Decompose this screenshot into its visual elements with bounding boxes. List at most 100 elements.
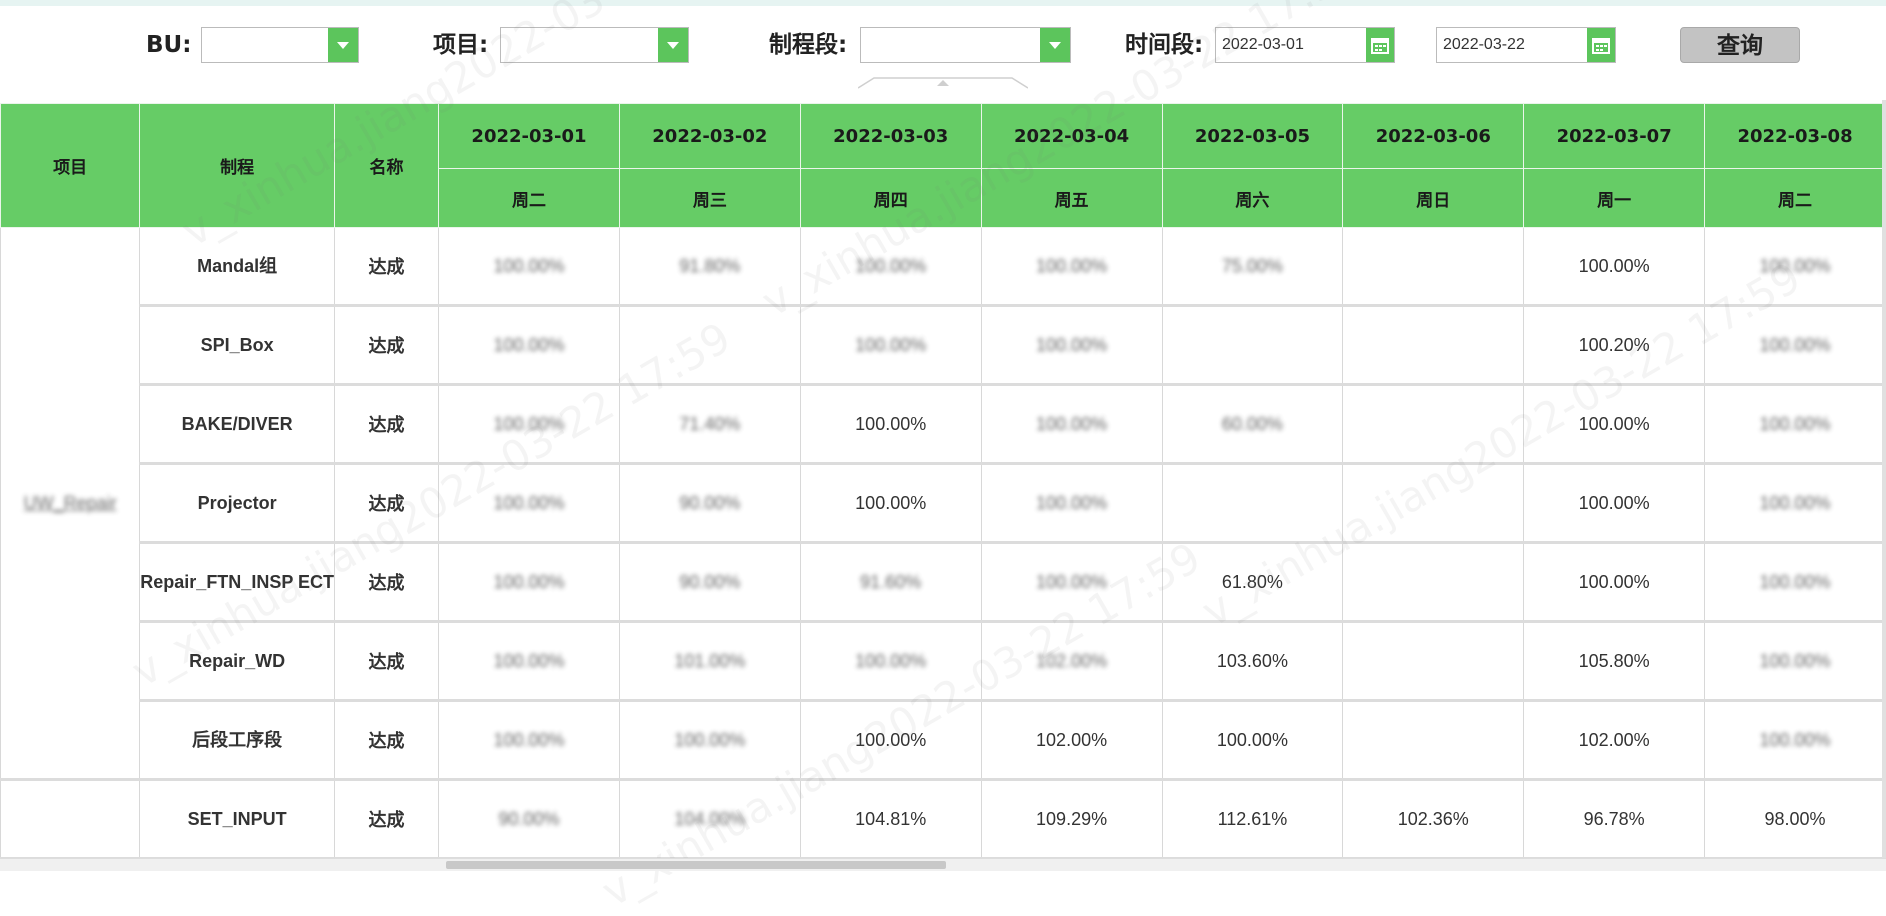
- chevron-down-icon[interactable]: [328, 28, 358, 62]
- header-weekday: 周一: [1523, 168, 1706, 228]
- bu-select[interactable]: [201, 27, 359, 63]
- header-weekday: 周日: [1342, 168, 1525, 228]
- header-date: 2022-03-07: [1523, 103, 1706, 169]
- value-cell: 100.00%: [799, 621, 982, 702]
- value-cell: 100.00%: [438, 305, 620, 386]
- name-cell: 达成: [334, 700, 440, 781]
- header-process: 制程: [139, 103, 336, 228]
- name-cell: 达成: [334, 384, 440, 465]
- name-cell: 达成: [334, 542, 440, 623]
- table-row: Repair_WD 达成 100.00% 101.00% 100.00% 102.00% 1…: [1, 621, 1886, 702]
- value-cell: 91.80%: [618, 227, 801, 307]
- process-label: 制程段:: [769, 32, 848, 58]
- name-cell: 达成: [334, 621, 440, 702]
- process-select[interactable]: [860, 27, 1071, 63]
- collapse-toggle[interactable]: [857, 76, 1029, 89]
- value-cell: 112.61%: [1161, 779, 1344, 860]
- value-cell: 100.00%: [1161, 700, 1344, 781]
- value-cell: 102.36%: [1342, 779, 1525, 860]
- value-cell: 102.00%: [980, 700, 1163, 781]
- value-cell: 100.00%: [980, 542, 1163, 623]
- value-cell: 71.40%: [618, 384, 801, 465]
- value-cell: 100.00%: [1704, 227, 1886, 307]
- process-cell: 后段工序段: [139, 700, 336, 781]
- value-cell: 100.00%: [1704, 621, 1886, 702]
- name-cell: 达成: [334, 305, 440, 386]
- value-cell: 109.29%: [980, 779, 1163, 860]
- calendar-icon[interactable]: [1587, 28, 1615, 62]
- header-date: 2022-03-04: [980, 103, 1163, 169]
- value-cell: 100.00%: [438, 227, 620, 307]
- project-link[interactable]: UW_Repair: [0, 227, 141, 781]
- process-cell: BAKE/DIVER: [139, 384, 336, 465]
- value-cell: 100.00%: [1704, 542, 1886, 623]
- value-cell: [1342, 700, 1525, 781]
- process-cell: Projector: [139, 463, 336, 544]
- query-button[interactable]: 查询: [1680, 27, 1800, 63]
- value-cell: 100.00%: [438, 621, 620, 702]
- header-date: 2022-03-01: [438, 103, 620, 169]
- value-cell: [1342, 542, 1525, 623]
- value-cell: 75.00%: [1161, 227, 1344, 307]
- table-row: SPI_Box 达成 100.00% 100.00% 100.00% 100.20% 100…: [1, 305, 1886, 386]
- process-cell: SET_INPUT: [139, 779, 336, 860]
- scrollbar-thumb[interactable]: [446, 861, 946, 869]
- horizontal-scrollbar[interactable]: [0, 858, 1886, 871]
- value-cell: 100.00%: [438, 463, 620, 544]
- value-cell: 91.60%: [799, 542, 982, 623]
- value-cell: [1342, 227, 1525, 307]
- header-weekday: 周六: [1161, 168, 1344, 228]
- value-cell: [1342, 463, 1525, 544]
- header-weekday: 周二: [1704, 168, 1886, 228]
- value-cell: 100.00%: [980, 463, 1163, 544]
- end-date-value: 2022-03-22: [1443, 36, 1525, 53]
- value-cell: 100.00%: [799, 700, 982, 781]
- value-cell: 90.00%: [618, 463, 801, 544]
- table-row: BAKE/DIVER 达成 100.00% 71.40% 100.00% 100.00% 6…: [1, 384, 1886, 465]
- project-select[interactable]: [500, 27, 689, 63]
- value-cell: 100.00%: [1523, 542, 1706, 623]
- value-cell: [1161, 305, 1344, 386]
- header-date: 2022-03-08: [1704, 103, 1886, 169]
- value-cell: 102.00%: [980, 621, 1163, 702]
- process-cell: Mandal组: [139, 227, 336, 307]
- bu-label: BU:: [146, 32, 192, 58]
- calendar-icon[interactable]: [1366, 28, 1394, 62]
- process-cell: SPI_Box: [139, 305, 336, 386]
- value-cell: 100.00%: [799, 305, 982, 386]
- name-cell: 达成: [334, 463, 440, 544]
- end-date-input[interactable]: 2022-03-22: [1436, 27, 1616, 63]
- header-weekday: 周二: [438, 168, 620, 228]
- value-cell: 100.00%: [1523, 384, 1706, 465]
- value-cell: 100.00%: [980, 305, 1163, 386]
- value-cell: 100.00%: [438, 384, 620, 465]
- value-cell: 100.00%: [1523, 227, 1706, 307]
- value-cell: 100.00%: [1523, 463, 1706, 544]
- value-cell: 100.00%: [1704, 700, 1886, 781]
- value-cell: 103.60%: [1161, 621, 1344, 702]
- filter-bar: BU: 项目: 制程段: 时间段: 2022-03-01 2022-03-22 …: [0, 6, 1886, 100]
- value-cell: [618, 305, 801, 386]
- header-name: 名称: [334, 103, 440, 228]
- value-cell: 101.00%: [618, 621, 801, 702]
- start-date-value: 2022-03-01: [1222, 36, 1304, 53]
- table-row: UW_Repair Mandal组 达成 100.00% 91.80% 100.00% 10…: [0, 227, 1886, 781]
- value-cell: 98.00%: [1704, 779, 1886, 860]
- table-row: 后段工序段 达成 100.00% 100.00% 100.00% 102.00% 100.0…: [1, 700, 1886, 781]
- start-date-input[interactable]: 2022-03-01: [1215, 27, 1395, 63]
- vertical-scrollbar[interactable]: [1882, 100, 1886, 858]
- value-cell: 100.00%: [618, 700, 801, 781]
- value-cell: [1161, 463, 1344, 544]
- name-cell: 达成: [334, 227, 440, 307]
- value-cell: 100.00%: [980, 227, 1163, 307]
- period-label: 时间段:: [1125, 32, 1204, 58]
- value-cell: 104.81%: [799, 779, 982, 860]
- header-date: 2022-03-05: [1161, 103, 1344, 169]
- process-cell: Repair_FTN_INSP ECT: [139, 542, 336, 623]
- value-cell: 104.00%: [618, 779, 801, 860]
- header-project: 项目: [0, 103, 141, 228]
- table-body: UW_Repair Mandal组 达成 100.00% 91.80% 100.00% 10…: [0, 227, 1886, 860]
- value-cell: 61.80%: [1161, 542, 1344, 623]
- chevron-down-icon[interactable]: [658, 28, 688, 62]
- chevron-down-icon[interactable]: [1040, 28, 1070, 62]
